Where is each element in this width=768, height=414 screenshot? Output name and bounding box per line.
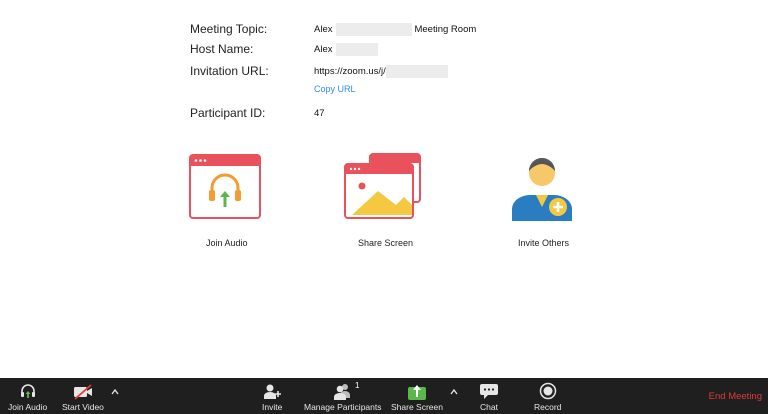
start-video-button[interactable]: Start Video — [62, 378, 104, 414]
redacted-url — [385, 64, 448, 78]
join-audio-label[interactable]: Join Audio — [206, 238, 248, 248]
copy-url-link[interactable]: Copy URL — [314, 84, 356, 94]
meeting-topic-suffix: Meeting Room — [414, 23, 477, 35]
participant-count-badge: 1 — [355, 381, 360, 390]
share-screen-label[interactable]: Share Screen — [358, 238, 413, 248]
meeting-topic-label: Meeting Topic: — [190, 22, 268, 36]
record-button-label[interactable]: Record — [534, 402, 561, 412]
host-name-row: Host Name: Alex — [190, 42, 379, 56]
host-name-value: Alex — [314, 42, 379, 56]
meeting-topic-prefix: Alex — [314, 23, 333, 35]
invite-others-tile[interactable] — [510, 151, 574, 221]
host-name-label: Host Name: — [190, 42, 254, 56]
invite-user-icon — [264, 384, 282, 399]
manage-participants-label[interactable]: Manage Participants — [304, 402, 382, 412]
join-audio-icon[interactable] — [189, 154, 261, 219]
share-screen-button[interactable]: Share Screen — [391, 378, 443, 414]
invite-button-label[interactable]: Invite — [262, 402, 282, 412]
join-audio-button-label[interactable]: Join Audio — [8, 402, 47, 412]
share-screen-tile[interactable] — [344, 153, 422, 219]
chat-button[interactable]: Chat — [479, 378, 499, 414]
chevron-up-icon[interactable] — [450, 388, 458, 396]
join-audio-button[interactable]: Join Audio — [8, 378, 47, 414]
participants-icon — [333, 384, 350, 400]
invitation-url-row: Invitation URL: https://zoom.us/j/ — [190, 64, 448, 78]
invitation-url-text[interactable]: https://zoom.us/j/ — [314, 66, 386, 77]
host-name-text: Alex — [314, 43, 333, 55]
record-button[interactable]: Record — [534, 378, 561, 414]
video-off-icon — [73, 384, 92, 400]
chat-button-label[interactable]: Chat — [480, 402, 498, 412]
participant-id-row: Participant ID: 47 — [190, 106, 325, 120]
manage-participants-button[interactable]: Manage Participants — [304, 378, 382, 414]
headphones-icon — [20, 384, 35, 398]
start-video-button-label[interactable]: Start Video — [62, 402, 104, 412]
invitation-url-label: Invitation URL: — [190, 64, 269, 78]
share-screen-icon — [407, 385, 426, 400]
join-audio-tile[interactable] — [189, 154, 261, 219]
invite-button[interactable]: Invite — [262, 378, 282, 414]
share-screen-button-label[interactable]: Share Screen — [391, 402, 443, 412]
share-screen-icon[interactable] — [344, 153, 422, 219]
participant-id-label: Participant ID: — [190, 106, 266, 120]
redacted-name — [336, 22, 413, 36]
chat-icon — [480, 384, 498, 399]
record-icon — [539, 382, 556, 400]
meeting-toolbar: Join Audio Start Video Invite Manage Par… — [0, 378, 768, 414]
meeting-topic-value: Alex Meeting Room — [314, 22, 477, 36]
invitation-url-value[interactable]: https://zoom.us/j/ — [314, 64, 448, 78]
invite-user-icon[interactable] — [510, 151, 574, 221]
chevron-up-icon[interactable] — [111, 388, 119, 396]
meeting-topic-row: Meeting Topic: Alex Meeting Room — [190, 22, 476, 36]
end-meeting-button[interactable]: End Meeting — [709, 391, 762, 402]
redacted-name — [336, 42, 379, 56]
invite-others-label[interactable]: Invite Others — [518, 238, 569, 248]
participant-id-value: 47 — [314, 107, 325, 119]
